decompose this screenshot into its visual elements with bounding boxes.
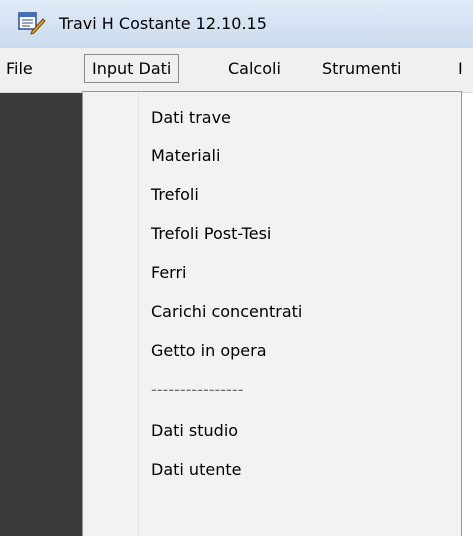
menu-item-ferri[interactable]: Ferri (151, 254, 187, 292)
menu-overflow-item[interactable]: I (458, 54, 463, 83)
menu-item-getto-in-opera[interactable]: Getto in opera (151, 332, 267, 370)
menu-item-trefoli[interactable]: Trefoli (151, 176, 199, 214)
menu-input-dati[interactable]: Input Dati (84, 54, 180, 83)
menu-icon-gutter (83, 92, 139, 536)
window-title: Travi H Costante 12.10.15 (59, 14, 267, 33)
menu-item-trefoli-post-tesi[interactable]: Trefoli Post-Tesi (151, 215, 271, 253)
title-bar[interactable]: Travi H Costante 12.10.15 (0, 0, 473, 48)
menu-item-dati-utente[interactable]: Dati utente (151, 451, 241, 489)
app-notepad-pencil-icon[interactable] (18, 11, 46, 35)
menu-strumenti[interactable]: Strumenti (322, 54, 401, 83)
menu-item-carichi-concentrati[interactable]: Carichi concentrati (151, 293, 302, 331)
menu-calcoli[interactable]: Calcoli (228, 54, 281, 83)
menu-separator: ---------------- (151, 380, 244, 399)
menu-bar: File Input Dati Calcoli Strumenti I (0, 48, 473, 93)
menu-item-materiali[interactable]: Materiali (151, 137, 220, 175)
menu-item-dati-studio[interactable]: Dati studio (151, 412, 238, 450)
menu-file[interactable]: File (6, 54, 33, 83)
window-right-edge (462, 93, 473, 536)
menu-item-dati-trave[interactable]: Dati trave (151, 99, 231, 137)
input-dati-dropdown: Dati trave Materiali Trefoli Trefoli Pos… (82, 91, 462, 536)
